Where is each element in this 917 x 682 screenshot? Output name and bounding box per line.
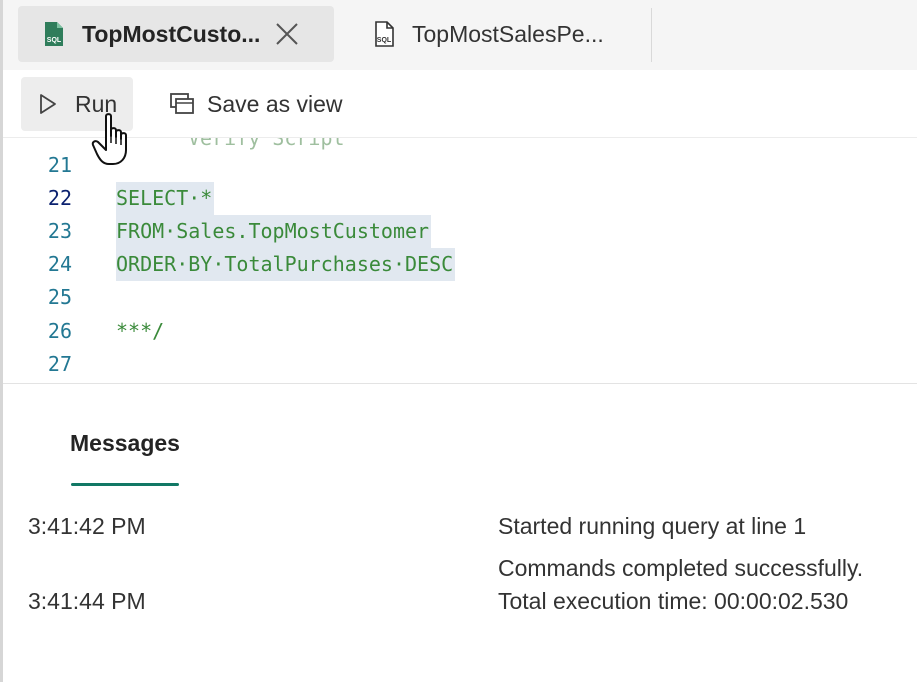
code-line: 27 [3, 348, 917, 381]
view-icon [169, 92, 194, 116]
close-icon[interactable] [274, 21, 300, 47]
message-text: Total execution time: 00:00:02.530 [498, 588, 849, 614]
messages-tab-label: Messages [70, 430, 180, 456]
tab-divider [651, 8, 652, 62]
query-toolbar: Run Save as view [3, 70, 917, 138]
active-tab-indicator [71, 483, 179, 486]
code-line: 23 FROM·Sales.TopMostCustomer [3, 215, 917, 248]
line-number: 24 [47, 252, 72, 276]
tab-topmostsalesperson[interactable]: SQL TopMostSalesPe... [348, 6, 608, 62]
code-text-selected: SELECT·* [116, 182, 215, 215]
message-text: Started running query at line 1 [498, 513, 807, 539]
save-as-view-label: Save as view [207, 90, 343, 117]
message-timestamp: 3:41:44 PM [28, 588, 146, 614]
line-number: 26 [47, 319, 72, 343]
save-as-view-button[interactable]: Save as view [155, 77, 365, 131]
sql-file-outline-icon: SQL [370, 20, 398, 48]
tab-label: TopMostCusto... [82, 20, 261, 47]
code-line: 22 SELECT·* [3, 182, 917, 215]
message-text: Commands completed successfully. [498, 555, 864, 581]
code-text-selected: ORDER·BY·TotalPurchases·DESC [116, 248, 456, 281]
line-number: 21 [47, 153, 72, 177]
play-icon [35, 92, 59, 116]
svg-text:SQL: SQL [377, 37, 392, 44]
code-line: 26 ***/ [3, 315, 917, 348]
line-number: 23 [47, 219, 72, 243]
message-timestamp: 3:41:42 PM [28, 513, 146, 539]
tab-topmostcustomer[interactable]: SQL TopMostCusto... [18, 6, 334, 62]
code-text-selected: FROM·Sales.TopMostCustomer [116, 215, 432, 248]
line-number: 27 [47, 352, 72, 376]
tab-messages[interactable]: Messages [70, 430, 180, 457]
line-number: 22 [47, 186, 72, 210]
sql-code-editor[interactable]: Verify Script 21 22 SELECT·* 23 FROM·Sal… [3, 138, 917, 384]
code-line: 25 [3, 281, 917, 314]
editor-tab-bar: SQL TopMostCusto... SQL TopMostSalesPe..… [3, 0, 917, 70]
tab-label: TopMostSalesPe... [412, 20, 604, 47]
code-text: ***/ [116, 319, 165, 343]
hand-pointer-cursor-icon [90, 112, 136, 170]
sql-file-icon: SQL [40, 20, 68, 48]
code-line: 21 [3, 149, 917, 182]
line-number: 25 [47, 285, 72, 309]
svg-text:SQL: SQL [47, 37, 62, 44]
code-line: 24 ORDER·BY·TotalPurchases·DESC [3, 248, 917, 281]
